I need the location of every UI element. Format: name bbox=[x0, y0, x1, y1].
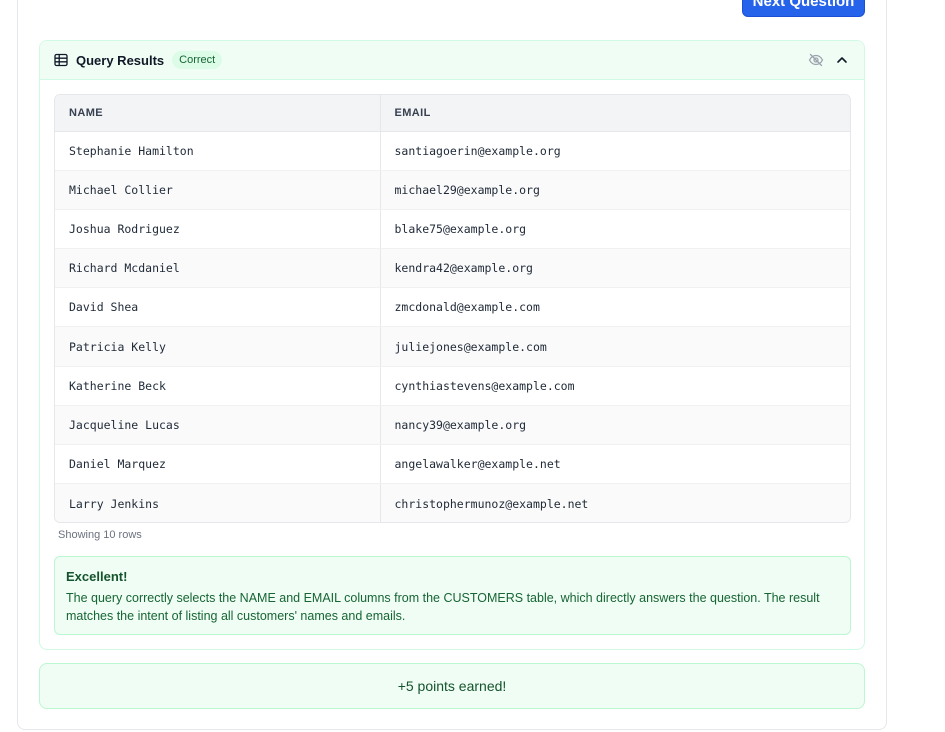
feedback-text: The query correctly selects the NAME and… bbox=[66, 591, 820, 623]
cell-name: Richard Mcdaniel bbox=[55, 248, 381, 289]
results-title: Query Results bbox=[76, 52, 165, 68]
status-badge: Correct bbox=[172, 51, 223, 69]
table-row: Patricia Kelly juliejones@example.com bbox=[55, 326, 850, 367]
cell-name: David Shea bbox=[55, 287, 381, 328]
cell-email: zmcdonald@example.com bbox=[380, 287, 850, 328]
table-row: David Shea zmcdonald@example.com bbox=[55, 287, 850, 328]
table-header-row: NAME EMAIL bbox=[55, 95, 850, 132]
eye-off-icon[interactable] bbox=[808, 52, 824, 68]
cell-name: Michael Collier bbox=[55, 170, 381, 210]
table-icon bbox=[54, 53, 68, 67]
query-results-panel: Query Results Correct NAME EMAIL Stephan… bbox=[39, 40, 865, 650]
table-row: Stephanie Hamilton santiagoerin@example.… bbox=[55, 131, 850, 171]
table-row: Larry Jenkins christophermunoz@example.n… bbox=[55, 483, 850, 522]
header-actions bbox=[808, 52, 850, 68]
cell-email: michael29@example.org bbox=[380, 170, 850, 210]
chevron-up-icon[interactable] bbox=[834, 52, 850, 68]
cell-name: Daniel Marquez bbox=[55, 444, 381, 485]
cell-email: nancy39@example.org bbox=[380, 405, 850, 446]
cell-email: cynthiastevens@example.com bbox=[380, 366, 850, 406]
points-earned-banner: +5 points earned! bbox=[39, 663, 865, 709]
cell-email: kendra42@example.org bbox=[380, 248, 850, 289]
feedback-title: Excellent! bbox=[66, 569, 128, 584]
cell-email: santiagoerin@example.org bbox=[380, 131, 850, 171]
cell-name: Jacqueline Lucas bbox=[55, 405, 381, 446]
cell-name: Stephanie Hamilton bbox=[55, 131, 381, 171]
cell-email: angelawalker@example.net bbox=[380, 444, 850, 485]
cell-name: Joshua Rodriguez bbox=[55, 209, 381, 250]
cell-name: Larry Jenkins bbox=[55, 483, 381, 522]
table-row: Joshua Rodriguez blake75@example.org bbox=[55, 209, 850, 250]
table-row: Daniel Marquez angelawalker@example.net bbox=[55, 444, 850, 485]
next-question-button[interactable]: Next Question bbox=[742, 0, 865, 17]
cell-email: christophermunoz@example.net bbox=[380, 483, 850, 522]
cell-email: blake75@example.org bbox=[380, 209, 850, 250]
cell-name: Patricia Kelly bbox=[55, 326, 381, 367]
results-header[interactable]: Query Results Correct bbox=[40, 41, 864, 80]
cell-name: Katherine Beck bbox=[55, 366, 381, 406]
column-header-email[interactable]: EMAIL bbox=[380, 95, 850, 132]
table-row: Katherine Beck cynthiastevens@example.co… bbox=[55, 366, 850, 406]
table-row: Richard Mcdaniel kendra42@example.org bbox=[55, 248, 850, 289]
row-count: Showing 10 rows bbox=[58, 529, 142, 541]
table-row: Michael Collier michael29@example.org bbox=[55, 170, 850, 210]
feedback-box: Excellent! The query correctly selects t… bbox=[54, 556, 851, 635]
cell-email: juliejones@example.com bbox=[380, 326, 850, 367]
results-table: NAME EMAIL Stephanie Hamilton santiagoer… bbox=[54, 94, 851, 523]
column-header-name[interactable]: NAME bbox=[55, 95, 381, 132]
table-row: Jacqueline Lucas nancy39@example.org bbox=[55, 405, 850, 446]
